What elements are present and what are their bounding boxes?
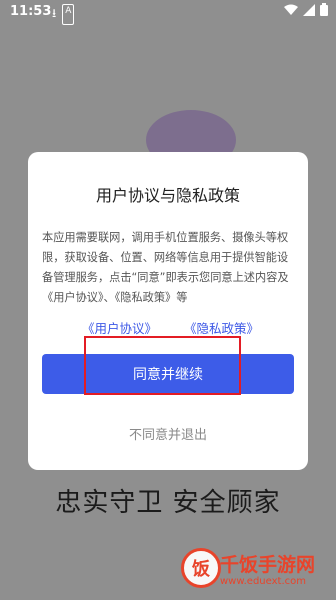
status-icons-right bbox=[284, 3, 328, 16]
status-bar: 11:53 ⭳ A bbox=[0, 0, 336, 26]
watermark-brand: 千饭手游网 bbox=[220, 554, 316, 576]
policy-links: 《用户协议》 《隐私政策》 bbox=[28, 318, 308, 338]
a-badge-icon: A bbox=[62, 4, 75, 25]
wifi-icon bbox=[284, 4, 298, 15]
disagree-exit-button[interactable]: 不同意并退出 bbox=[28, 424, 308, 443]
user-agreement-link[interactable]: 《用户协议》 bbox=[82, 318, 157, 337]
dialog-body-text: 本应用需要联网，调用手机位置服务、摄像头等权限，获取设备、位置、网络等信息用于提… bbox=[42, 231, 289, 304]
watermark-logo: 饭 bbox=[181, 548, 221, 588]
dialog-title: 用户协议与隐私政策 bbox=[95, 186, 240, 205]
privacy-policy-link[interactable]: 《隐私政策》 bbox=[184, 318, 259, 337]
watermark-url: www.eduext.com bbox=[220, 576, 306, 587]
battery-icon bbox=[320, 3, 328, 16]
background-slogan: 忠实守卫 安全顾家 bbox=[55, 488, 281, 518]
status-time: 11:53 bbox=[10, 4, 52, 19]
highlight-annotation-box bbox=[84, 336, 241, 395]
status-icons-left: ⭳ A bbox=[52, 4, 75, 25]
privacy-dialog: 用户协议与隐私政策 本应用需要联网，调用手机位置服务、摄像头等权限，获取设备、位… bbox=[28, 152, 308, 470]
download-icon: ⭳ bbox=[52, 6, 57, 20]
signal-icon bbox=[303, 3, 315, 16]
